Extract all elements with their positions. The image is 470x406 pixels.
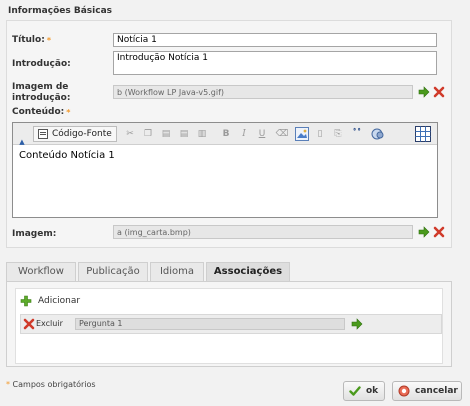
underline-icon[interactable]: U bbox=[255, 127, 269, 141]
tab-associacoes[interactable]: Associações bbox=[206, 262, 290, 282]
select-arrow-icon[interactable] bbox=[418, 226, 430, 238]
select-arrow-icon[interactable] bbox=[351, 318, 363, 330]
associations-list: Adicionar Excluir Pergunta 1 bbox=[15, 288, 443, 364]
find-icon[interactable]: ﾟﾟ bbox=[351, 127, 365, 141]
news-form-panel: Informações Básicas Título: * Notícia 1 I… bbox=[0, 0, 470, 406]
remove-x-icon[interactable] bbox=[433, 86, 445, 98]
association-value: Pergunta 1 bbox=[75, 318, 345, 330]
introducao-input[interactable]: Introdução Notícia 1 bbox=[113, 51, 437, 75]
remove-x-icon bbox=[23, 318, 35, 330]
table-icon[interactable] bbox=[415, 126, 431, 142]
titulo-input[interactable]: Notícia 1 bbox=[113, 33, 437, 47]
add-association-label: Adicionar bbox=[38, 296, 81, 306]
bold-icon[interactable]: B bbox=[219, 127, 233, 141]
associations-panel: Adicionar Excluir Pergunta 1 bbox=[6, 281, 452, 367]
imagem-label: Imagem: bbox=[12, 229, 57, 239]
required-fields-note-text: Campos obrigatórios bbox=[12, 380, 96, 389]
copy-icon[interactable]: ❐ bbox=[141, 127, 155, 141]
conteudo-label-text: Conteúdo: bbox=[12, 107, 65, 117]
tab-workflow[interactable]: Workflow bbox=[6, 262, 76, 281]
ok-label: ok bbox=[366, 386, 379, 396]
tab-idioma[interactable]: Idioma bbox=[150, 262, 204, 281]
image-icon[interactable] bbox=[295, 127, 309, 141]
source-code-icon bbox=[38, 129, 48, 139]
add-plus-icon bbox=[20, 295, 32, 307]
imagem-introducao-value: b (Workflow LP Java-v5.gif) bbox=[113, 85, 413, 99]
required-mark: * bbox=[66, 108, 71, 117]
remove-association-label: Excluir bbox=[36, 319, 63, 328]
rich-text-editor: ▲ Código-Fonte ✂ ❐ ▤ ▤ ▥ B I U ⌫ ▯ ⎘ ﾟﾟ … bbox=[12, 122, 438, 218]
cancel-label: cancelar bbox=[415, 386, 458, 396]
required-mark: * bbox=[6, 380, 10, 389]
conteudo-label: Conteúdo: * bbox=[12, 107, 70, 118]
link-icon[interactable] bbox=[371, 127, 385, 141]
introducao-label: Introdução: bbox=[12, 59, 71, 69]
attach-icon[interactable]: ⎘ bbox=[331, 127, 345, 141]
titulo-label: Título: * bbox=[12, 35, 51, 46]
eraser-icon[interactable]: ⌫ bbox=[275, 127, 289, 141]
cut-icon[interactable]: ✂ bbox=[123, 127, 137, 141]
association-row: Excluir Pergunta 1 bbox=[20, 314, 442, 334]
select-arrow-icon[interactable] bbox=[418, 86, 430, 98]
imagem-introducao-label: Imagem de introdução: bbox=[12, 82, 71, 103]
document-icon[interactable]: ▯ bbox=[313, 127, 327, 141]
tab-publicacao[interactable]: Publicação bbox=[78, 262, 148, 281]
paste-icon[interactable]: ▤ bbox=[159, 127, 173, 141]
editor-toolbar: ▲ Código-Fonte ✂ ❐ ▤ ▤ ▥ B I U ⌫ ▯ ⎘ ﾟﾟ bbox=[13, 123, 437, 146]
required-mark: * bbox=[46, 36, 51, 45]
required-fields-note: * Campos obrigatórios bbox=[6, 380, 96, 389]
ok-button[interactable]: ok bbox=[343, 381, 385, 401]
imagem-value: a (img_carta.bmp) bbox=[113, 225, 413, 239]
paste-text-icon[interactable]: ▤ bbox=[177, 127, 191, 141]
editor-content-area[interactable]: Conteúdo Notícia 1 bbox=[13, 146, 437, 217]
paste-word-icon[interactable]: ▥ bbox=[195, 127, 209, 141]
remove-x-icon[interactable] bbox=[433, 226, 445, 238]
check-icon bbox=[349, 386, 361, 396]
cancel-icon bbox=[398, 385, 410, 397]
section-title: Informações Básicas bbox=[8, 6, 112, 16]
source-code-button[interactable]: Código-Fonte bbox=[33, 126, 117, 142]
italic-icon[interactable]: I bbox=[237, 127, 251, 141]
remove-association-button[interactable]: Excluir bbox=[23, 318, 71, 331]
titulo-label-text: Título: bbox=[12, 35, 45, 45]
source-code-label: Código-Fonte bbox=[52, 129, 112, 139]
cancel-button[interactable]: cancelar bbox=[392, 381, 462, 401]
